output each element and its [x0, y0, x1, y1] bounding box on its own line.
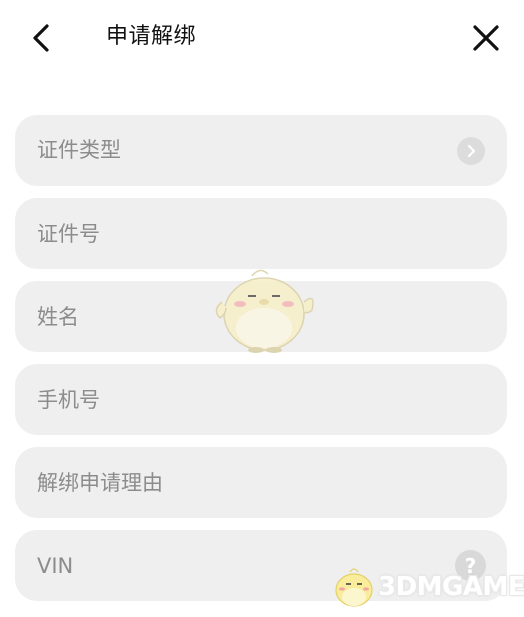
cert-type-label: 证件类型: [37, 138, 121, 162]
phone-field-container: [15, 364, 507, 435]
watermark-text: 3DMGAME: [378, 572, 524, 602]
cert-number-field-container: [15, 198, 507, 269]
cert-type-select[interactable]: 证件类型: [15, 115, 507, 186]
site-watermark: 3DMGAME: [330, 562, 524, 612]
back-button[interactable]: [24, 18, 58, 58]
watermark-mascot-icon: [335, 568, 373, 607]
reason-field[interactable]: [15, 447, 507, 518]
close-icon: [473, 25, 499, 51]
phone-field[interactable]: [15, 364, 507, 435]
chevron-left-icon: [33, 24, 49, 52]
page-title: 申请解绑: [106, 24, 197, 49]
mascot-watermark-icon: [215, 269, 314, 353]
close-button[interactable]: [468, 18, 504, 58]
header-bar: 申请解绑: [0, 0, 524, 80]
cert-number-field[interactable]: [15, 198, 507, 269]
reason-field-container: [15, 447, 507, 518]
chevron-right-icon: [457, 137, 485, 165]
